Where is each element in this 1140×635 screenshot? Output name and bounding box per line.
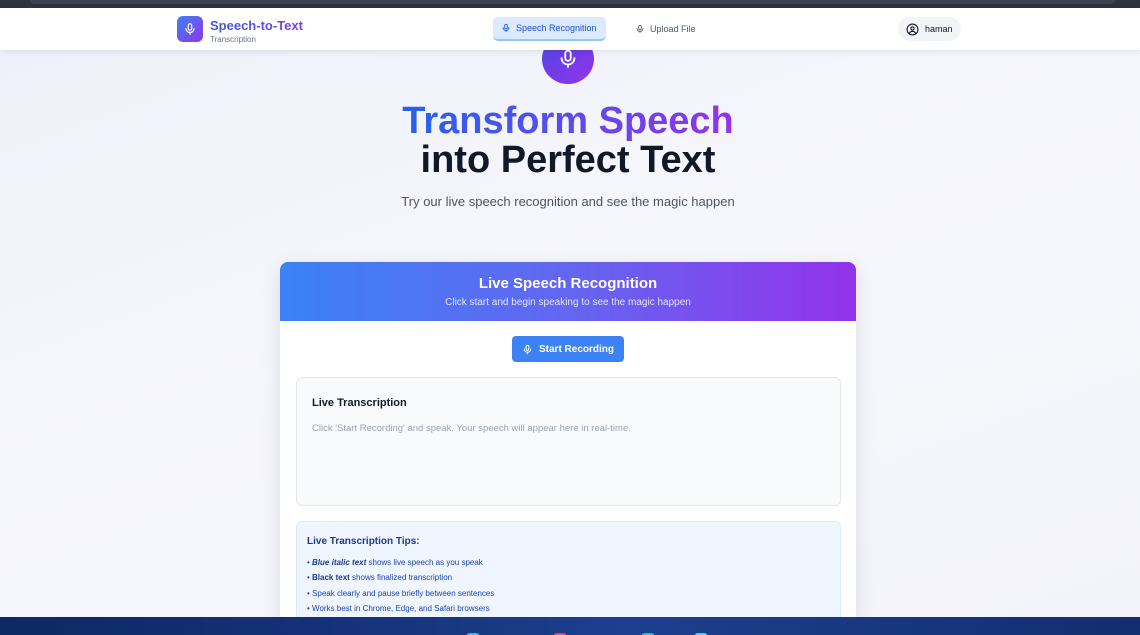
tab-upload-file[interactable]: Upload File — [627, 17, 704, 41]
tips-panel: Live Transcription Tips: • Blue italic t… — [296, 521, 841, 622]
live-transcription-placeholder: Click 'Start Recording' and speak. Your … — [312, 423, 631, 434]
tip-strong: Blue italic text — [312, 558, 367, 567]
tab-label: Speech Recognition — [516, 23, 597, 33]
card-subtitle: Click start and begin speaking to see th… — [445, 297, 691, 308]
card-title: Live Speech Recognition — [478, 275, 658, 292]
user-name: haman — [925, 24, 953, 34]
live-recognition-card: Live Speech Recognition Click start and … — [280, 262, 856, 622]
start-recording-label: Start Recording — [538, 343, 614, 355]
card-header: Live Speech Recognition Click start and … — [280, 262, 856, 321]
browser-chrome-top — [0, 0, 1140, 8]
brand-title[interactable]: Speech-to-Text — [210, 18, 303, 33]
tab-speech-recognition[interactable]: Speech Recognition — [493, 17, 606, 41]
live-transcription-panel[interactable]: Live Transcription Click 'Start Recordin… — [296, 377, 841, 506]
microphone-icon — [523, 344, 532, 354]
tip-text: shows finalized transcription — [349, 573, 453, 583]
tip-item: • Speak clearly and pause briefly betwee… — [307, 586, 494, 601]
microphone-icon — [560, 49, 576, 69]
tip-item: • Blue italic text shows live speech as … — [307, 555, 494, 570]
tip-item: • Black text shows finalized transcripti… — [307, 570, 494, 585]
tip-text: Speak clearly and pause briefly between … — [312, 588, 495, 598]
tip-text: shows live speech as you speak — [366, 558, 483, 567]
microphone-icon — [502, 23, 510, 33]
hero-heading-gradient: Transform Speech — [402, 100, 734, 142]
user-circle-icon — [906, 23, 919, 35]
tip-strong: Black text — [312, 573, 350, 583]
tip-item: • Works best in Chrome, Edge, and Safari… — [307, 601, 494, 616]
os-taskbar — [0, 617, 1140, 635]
live-transcription-title: Live Transcription — [312, 397, 407, 409]
hero-heading-line2: into Perfect Text — [420, 139, 716, 181]
hero-subtitle: Try our live speech recognition and see … — [401, 194, 735, 209]
app-logo[interactable] — [177, 16, 203, 42]
tips-list: • Blue italic text shows live speech as … — [307, 555, 494, 616]
microphone-icon — [185, 23, 195, 35]
top-navbar: Speech-to-Text Transcription Speech Reco… — [0, 8, 1140, 50]
brand-subtitle: Transcription — [210, 35, 256, 44]
tip-text: Works best in Chrome, Edge, and Safari b… — [312, 603, 490, 613]
microphone-icon — [636, 24, 644, 34]
tips-title: Live Transcription Tips: — [307, 536, 420, 547]
start-recording-button[interactable]: Start Recording — [512, 336, 624, 362]
hero-heading-line1: Transform Speech — [0, 100, 1136, 142]
browser-tab-strip — [30, 0, 1115, 4]
tab-label: Upload File — [650, 24, 696, 34]
user-menu-button[interactable]: haman — [898, 17, 961, 41]
